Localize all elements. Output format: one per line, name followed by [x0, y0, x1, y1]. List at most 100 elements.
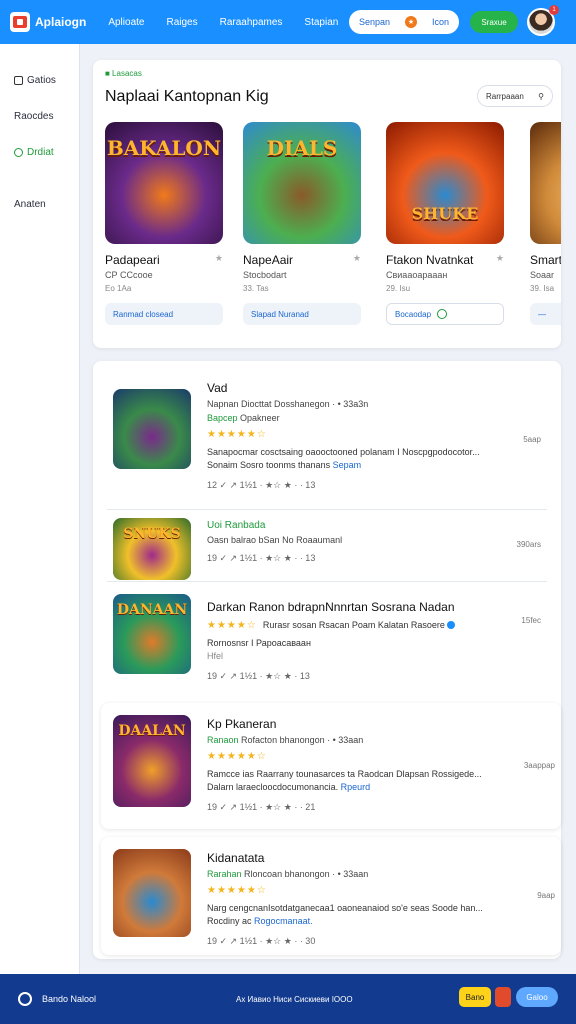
game-meta: 33. Tas [243, 284, 269, 293]
list-item[interactable]: Vad Napnan Diocttat Dosshanegon · • 33a3… [107, 377, 547, 497]
game-sub: СР ССсоое [105, 270, 153, 280]
game-sub: Ranaon Rofacton bhanongon · • 33aan [207, 735, 364, 745]
game-description: Narg cengcnanIsotdatganecaa1 oaoneanaiod… [207, 903, 483, 926]
star-rating: ★★★★★☆ [207, 885, 267, 896]
footer-yellow-button[interactable]: Bano [459, 987, 491, 1007]
game-icon[interactable] [113, 389, 191, 469]
list-item[interactable]: SNUKS Uoi Ranbada Oasn balrao bSan No Ro… [107, 509, 547, 580]
nav-item-2[interactable]: Raiges [166, 17, 197, 28]
action-button[interactable]: Sraxue [470, 11, 518, 33]
sidebar-item-label: Raocdes [14, 110, 54, 122]
logo-icon [10, 12, 30, 32]
grid-icon [14, 75, 23, 85]
game-size: 3ааррар [523, 761, 555, 770]
game-thumbnail[interactable]: DIALS [243, 122, 361, 244]
sidebar-item-label: Gatios [27, 74, 56, 86]
bookmark-icon[interactable]: ★ [353, 253, 361, 267]
game-meta: 19 ✓ ↗ 1½1 · ★☆ ★ · · 21 [207, 802, 316, 812]
game-icon[interactable] [113, 849, 191, 937]
star-rating: ★★★★★☆ [207, 429, 267, 440]
footer-red-button[interactable] [495, 987, 511, 1007]
game-title: Vad [207, 381, 228, 395]
list-item[interactable]: DANAAN Darkan Ranon bdrapnNnnrtan Sosran… [107, 581, 547, 693]
nav-item-3[interactable]: Raraahpames [220, 17, 283, 28]
star-rating: ★★★★★☆ [207, 751, 267, 762]
game-action[interactable]: Slapad Nuranad [243, 303, 361, 325]
sidebar-item-3[interactable]: Drdiat [0, 134, 79, 170]
game-thumbnail[interactable]: SHUKE [386, 122, 504, 244]
game-name: NapeAair [243, 253, 294, 267]
nav-item-1[interactable]: Aplioate [108, 17, 144, 28]
game-description: Ramcce ias Raarrany tounasarces ta Raodc… [207, 769, 482, 792]
sidebar-item-1[interactable]: Gatios [0, 62, 79, 98]
footer-blue-button[interactable]: Galoo [516, 987, 558, 1007]
game-name: Smart [530, 253, 561, 267]
footer-brand: Bando Nalool [42, 994, 97, 1004]
game-meta: 19 ✓ ↗ 1½1 · ★☆ ★ · 13 [207, 671, 310, 681]
app-title: Aplaiogn [35, 15, 87, 29]
featured-title: Naplaai Kantopnan Kig [105, 88, 269, 105]
game-description: Rornosnsr I Рароасаваан Hfel [207, 638, 311, 661]
sidebar-item-2[interactable]: Raocdes [0, 98, 79, 134]
game-description: Sanapocmar cosctsaing oaooctooned polana… [207, 447, 480, 470]
featured-item[interactable]: SHUKE Ftakon Nvatnkat ★ Свиааоарааан 29. … [386, 122, 521, 325]
featured-section: ■ Lasacas Naplaai Kantopnan Kig Rarrpaaa… [93, 60, 561, 348]
game-sub: Rarahan Rloncoan bhanongon · • 33aan [207, 869, 369, 879]
nav-item-4[interactable]: Stapian [304, 17, 338, 28]
top-nav: Aplioate Raiges Raraahpames Stapian [108, 17, 360, 28]
featured-item[interactable]: DIALS NapeAair ★ Stocbodart 33. Tas Slapa… [243, 122, 378, 325]
game-name: Ftakon Nvatnkat [386, 253, 474, 267]
bookmark-icon[interactable]: ★ [215, 253, 223, 267]
sidebar-item-4[interactable]: Anaten [0, 186, 79, 222]
more-link[interactable]: Sepam [333, 460, 362, 470]
game-meta: 29. Isu [386, 284, 411, 293]
game-meta: 12 ✓ ↗ 1½1 · ★☆ ★ · · 13 [207, 480, 316, 490]
search-label: Senpan [359, 17, 391, 27]
app-logo[interactable]: Aplaiogn [10, 12, 86, 32]
game-genre: Bapcep Opakneer [207, 413, 280, 423]
search-icon: ⚲ [538, 91, 544, 101]
star-icon: ★ [405, 16, 417, 28]
featured-item[interactable]: Smart Soaar 39. Isa — [530, 122, 561, 325]
game-size: 9аар [537, 891, 555, 900]
game-action[interactable]: Bocaodaр [386, 303, 504, 325]
featured-search[interactable]: Rarrpaaan ⚲ [477, 85, 553, 107]
game-title: Uoi Ranbada [207, 520, 266, 531]
search-pill[interactable]: Senpan ★ Icon [349, 10, 459, 34]
game-meta: 19 ✓ ↗ 1½1 · ★☆ ★ · · 30 [207, 936, 316, 946]
star-rating: ★★★★☆ Rurasr sosan Rsacan Poam Kalatan Ra… [207, 620, 517, 631]
game-icon[interactable]: DANAAN [113, 594, 191, 674]
game-thumbnail[interactable]: BAKALON [105, 122, 223, 244]
game-sub: Napnan Diocttat Dosshanegon · • 33a3n [207, 399, 369, 409]
footer-logo-icon [18, 992, 32, 1006]
more-link[interactable]: Rogocmanaat. [254, 916, 313, 926]
game-icon[interactable]: SNUKS [113, 518, 191, 580]
verified-icon [446, 621, 455, 630]
game-action[interactable]: — [530, 303, 561, 325]
featured-item[interactable]: BAKALON Padapeari ★ СР ССсоое Ео 1Аа Ranm… [105, 122, 240, 325]
list-item[interactable]: Kidanatata Rarahan Rloncoan bhanongon · … [101, 837, 561, 955]
game-size: 15fec [521, 616, 541, 625]
game-title: Darkan Ranon bdrapnNnnrtan Sosrana Nadan [207, 600, 455, 614]
sidebar-item-label: Anaten [14, 198, 46, 210]
game-size: 390ars [516, 540, 541, 549]
game-sub: Soaar [530, 270, 555, 280]
game-thumbnail[interactable] [530, 122, 561, 244]
footer-links[interactable]: Ах Иавио Ниси Сискиеви ІООО [236, 995, 353, 1004]
game-size: 5аар [523, 435, 541, 444]
game-title: Kp Pkaneran [207, 717, 277, 731]
bookmark-icon[interactable]: ★ [496, 253, 504, 267]
game-meta: 19 ✓ ↗ 1½1 · ★☆ ★ · · 13 [207, 553, 316, 563]
game-meta: 39. Isa [530, 284, 555, 293]
game-icon[interactable]: DAALAN [113, 715, 191, 807]
game-sub: Свиааоарааан [386, 270, 448, 280]
more-link[interactable]: Rpeurd [341, 782, 371, 792]
game-sub: Oasn balrao bSan No Roaaumanl [207, 535, 343, 545]
game-title: Kidanatata [207, 851, 265, 865]
featured-search-label: Rarrpaaan [486, 91, 524, 101]
notification-badge: 1 [549, 5, 559, 15]
game-sub: Stocbodart [243, 270, 287, 280]
list-item[interactable]: DAALAN Kp Pkaneran Ranaon Rofacton bhano… [101, 703, 561, 829]
sidebar: Gatios Raocdes Drdiat Anaten [0, 44, 80, 974]
game-action[interactable]: Ranmad closead [105, 303, 223, 325]
